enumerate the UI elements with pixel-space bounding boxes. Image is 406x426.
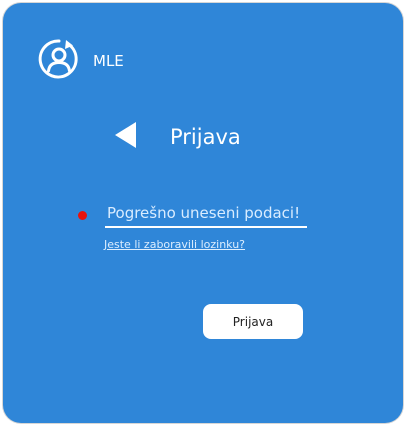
login-button[interactable]: Prijava — [203, 304, 303, 339]
user-refresh-icon — [38, 38, 80, 80]
credentials-error-field[interactable]: Pogrešno uneseni podaci! — [105, 202, 307, 228]
page-title: Prijava — [170, 125, 241, 149]
login-card: MLE Prijava Pogrešno uneseni podaci! Jes… — [3, 3, 403, 423]
app-name: MLE — [93, 52, 124, 70]
back-icon[interactable] — [113, 120, 137, 150]
error-indicator — [78, 211, 87, 220]
forgot-password-link[interactable]: Jeste li zaboravili lozinku? — [104, 237, 245, 253]
